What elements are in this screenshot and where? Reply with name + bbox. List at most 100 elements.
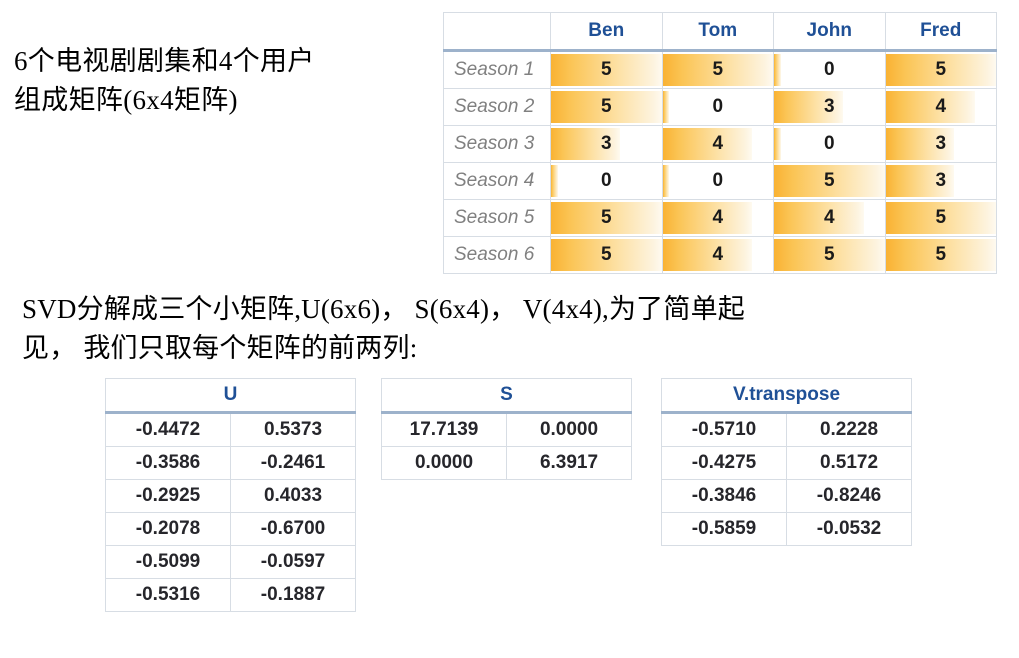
rating-value: 0 [823, 133, 835, 154]
row-label-season-4: Season 4 [443, 162, 551, 200]
s-matrix-title: S [381, 378, 632, 414]
table-row: -0.5099 -0.0597 [105, 545, 357, 579]
rating-cell: 3 [773, 88, 886, 126]
row-label-season-2: Season 2 [443, 88, 551, 126]
rating-value: 0 [712, 170, 724, 191]
matrix-value-cell: 0.4033 [229, 479, 357, 513]
row-label-season-5: Season 5 [443, 199, 551, 237]
ratings-matrix-header-row: Ben Tom John Fred [443, 12, 997, 52]
matrix-value-cell: -0.4275 [661, 446, 787, 480]
rating-cell: 4 [661, 125, 774, 163]
rating-cell: 5 [550, 88, 663, 126]
rating-value: 4 [935, 96, 947, 117]
rating-cell: 3 [884, 162, 997, 200]
table-row: Season 6 5 4 5 5 [443, 236, 997, 274]
matrix-value-cell: -0.0532 [785, 512, 913, 546]
table-row: -0.4472 0.5373 [105, 412, 357, 447]
matrix-value-cell: -0.0597 [229, 545, 357, 579]
table-row: -0.2925 0.4033 [105, 479, 357, 513]
matrix-value-cell: -0.2461 [229, 446, 357, 480]
rating-value: 5 [600, 207, 612, 228]
row-label-season-1: Season 1 [443, 50, 551, 89]
ratings-matrix-table: Ben Tom John Fred Season 1 5 5 0 5 Season 2 5 0… [443, 12, 997, 274]
matrix-value-cell: -0.8246 [785, 479, 913, 513]
rating-cell: 0 [550, 162, 663, 200]
matrix-value-cell: 0.0000 [381, 446, 507, 480]
matrix-corner-cell [443, 12, 551, 52]
matrix-value-cell: -0.5859 [661, 512, 787, 546]
rating-value: 5 [600, 59, 612, 80]
rating-value: 3 [935, 170, 947, 191]
rating-value: 4 [712, 244, 724, 265]
matrix-value-cell: -0.3586 [105, 446, 231, 480]
matrix-value-cell: -0.5099 [105, 545, 231, 579]
matrix-value-cell: -0.3846 [661, 479, 787, 513]
table-row: Season 1 5 5 0 5 [443, 50, 997, 89]
column-header-john: John [773, 12, 886, 52]
column-header-ben: Ben [550, 12, 663, 52]
table-row: -0.5316 -0.1887 [105, 578, 357, 612]
matrix-value-cell: -0.2078 [105, 512, 231, 546]
rating-cell: 5 [661, 50, 774, 89]
matrix-value-cell: 0.5172 [785, 446, 913, 480]
vt-matrix-body: -0.5710 0.2228 -0.4275 0.5172 -0.3846 -0.8246… [661, 412, 913, 546]
rating-value: 5 [935, 244, 947, 265]
rating-value: 5 [712, 59, 724, 80]
u-matrix-header-row: U [104, 378, 357, 414]
table-row: -0.3846 -0.8246 [661, 479, 913, 513]
vt-matrix-table: V.transpose -0.5710 0.2228 -0.4275 0.5172 -0… [660, 378, 913, 546]
row-label-season-3: Season 3 [443, 125, 551, 163]
rating-cell: 5 [550, 50, 663, 89]
rating-cell: 5 [550, 199, 663, 237]
rating-cell: 5 [884, 199, 997, 237]
column-header-tom: Tom [661, 12, 774, 52]
rating-value: 0 [823, 59, 835, 80]
vt-matrix-header-row: V.transpose [660, 378, 913, 414]
matrix-value-cell: 0.0000 [506, 412, 632, 447]
table-row: Season 5 5 4 4 5 [443, 199, 997, 237]
rating-cell: 4 [661, 236, 774, 274]
svd-description: SVD分解成三个小矩阵,U(6x6)， S(6x4)， V(4x4),为了简单起… [22, 294, 745, 364]
rating-cell: 4 [884, 88, 997, 126]
matrix-value-cell: 0.5373 [229, 412, 357, 447]
rating-cell: 5 [550, 236, 663, 274]
matrix-value-cell: -0.5710 [661, 412, 787, 447]
matrix-value-cell: -0.5316 [105, 578, 231, 612]
table-row: -0.5710 0.2228 [661, 412, 913, 447]
rating-cell: 5 [773, 236, 886, 274]
table-row: -0.5859 -0.0532 [661, 512, 913, 546]
matrix-value-cell: -0.1887 [229, 578, 357, 612]
matrix-value-cell: -0.2925 [105, 479, 231, 513]
matrix-value-cell: -0.6700 [229, 512, 357, 546]
s-matrix-header-row: S [381, 378, 632, 414]
rating-value: 5 [600, 244, 612, 265]
table-row: -0.2078 -0.6700 [105, 512, 357, 546]
u-matrix-table: U -0.4472 0.5373 -0.3586 -0.2461 -0.2925 0.40… [104, 378, 357, 612]
rating-value: 3 [935, 133, 947, 154]
rating-cell: 4 [661, 199, 774, 237]
matrix-value-cell: -0.4472 [105, 412, 231, 447]
column-header-fred: Fred [884, 12, 997, 52]
rating-cell: 3 [550, 125, 663, 163]
rating-cell: 5 [884, 50, 997, 89]
rating-value: 0 [600, 170, 612, 191]
rating-value: 5 [600, 96, 612, 117]
vt-matrix-title: V.transpose [660, 378, 913, 414]
rating-cell: 0 [773, 125, 886, 163]
rating-value: 3 [600, 133, 612, 154]
ratings-matrix-body: Season 1 5 5 0 5 Season 2 5 0 3 4 Season 3 3 4 0 3 Seas… [443, 50, 997, 274]
rating-cell: 3 [884, 125, 997, 163]
table-row: 0.0000 6.3917 [381, 446, 632, 480]
rating-cell: 0 [661, 162, 774, 200]
rating-value: 0 [712, 96, 724, 117]
rating-cell: 0 [773, 50, 886, 89]
rating-value: 4 [712, 207, 724, 228]
rating-cell: 0 [661, 88, 774, 126]
table-row: 17.7139 0.0000 [381, 412, 632, 447]
rating-value: 5 [935, 59, 947, 80]
u-matrix-body: -0.4472 0.5373 -0.3586 -0.2461 -0.2925 0.4033… [105, 412, 357, 612]
rating-value: 4 [712, 133, 724, 154]
table-row: Season 2 5 0 3 4 [443, 88, 997, 126]
rating-value: 5 [823, 244, 835, 265]
matrix-value-cell: 6.3917 [506, 446, 632, 480]
